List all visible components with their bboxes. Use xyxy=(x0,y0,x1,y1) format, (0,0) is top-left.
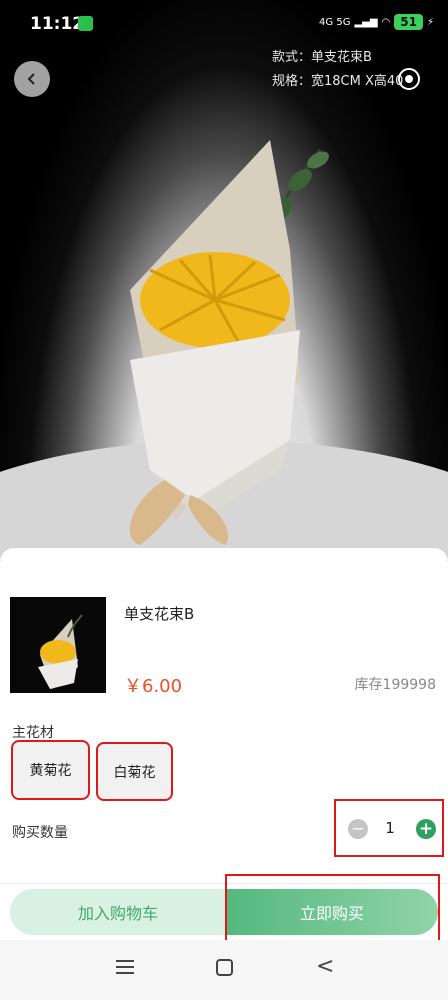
wifi-icon: ◠ xyxy=(381,16,391,28)
quantity-value[interactable]: 1 xyxy=(384,819,396,837)
signal-icon: ▂▄▆ xyxy=(354,16,378,28)
material-option-label: 黄菊花 xyxy=(29,763,72,779)
plus-icon[interactable]: + xyxy=(416,819,436,839)
status-bar: 11:12 4G 5G ▂▄▆ ◠ 51 ⚡ xyxy=(0,0,448,48)
minus-icon[interactable]: − xyxy=(348,819,368,839)
product-name: 单支花束B xyxy=(124,605,195,623)
spec-size: 规格：宽18CM X高40 xyxy=(272,74,404,89)
home-icon[interactable] xyxy=(216,959,233,976)
chevron-left-icon xyxy=(27,73,35,85)
quantity-stepper: − 1 + xyxy=(334,799,444,857)
product-price: ￥6.00 xyxy=(124,676,183,697)
preview-toggle-icon[interactable] xyxy=(398,68,420,90)
spec-overlay: 款式：单支花束B 规格：宽18CM X高40 xyxy=(272,46,403,94)
menu-icon[interactable] xyxy=(116,960,134,974)
back-icon[interactable]: < xyxy=(316,956,334,978)
battery-indicator: 51 xyxy=(394,14,423,30)
add-to-cart-button[interactable]: 加入购物车 xyxy=(10,889,226,935)
network-label: 4G 5G xyxy=(319,16,351,28)
charging-icon: ⚡ xyxy=(426,16,434,28)
material-option-yellow[interactable]: 黄菊花 xyxy=(11,740,90,800)
material-label: 主花材 xyxy=(12,725,54,741)
quantity-label: 购买数量 xyxy=(12,825,68,841)
sku-selection-sheet: 单支花束B ￥6.00 库存199998 主花材 黄菊花 白菊花 购买数量 − … xyxy=(0,548,448,1000)
buy-now-highlight xyxy=(225,874,440,950)
product-thumbnail xyxy=(10,597,106,693)
back-button[interactable] xyxy=(14,61,50,97)
stock-count: 库存199998 xyxy=(354,677,436,693)
material-option-label: 白菊花 xyxy=(113,764,156,781)
system-nav-bar: < xyxy=(0,940,448,1000)
wechat-notification-icon xyxy=(78,16,93,31)
material-option-white[interactable]: 白菊花 xyxy=(96,742,173,801)
status-time: 11:12 xyxy=(30,14,85,34)
status-indicators: 4G 5G ▂▄▆ ◠ 51 ⚡ xyxy=(319,14,434,30)
spec-style: 款式：单支花束B xyxy=(272,50,372,65)
thumbnail-image xyxy=(10,597,106,693)
